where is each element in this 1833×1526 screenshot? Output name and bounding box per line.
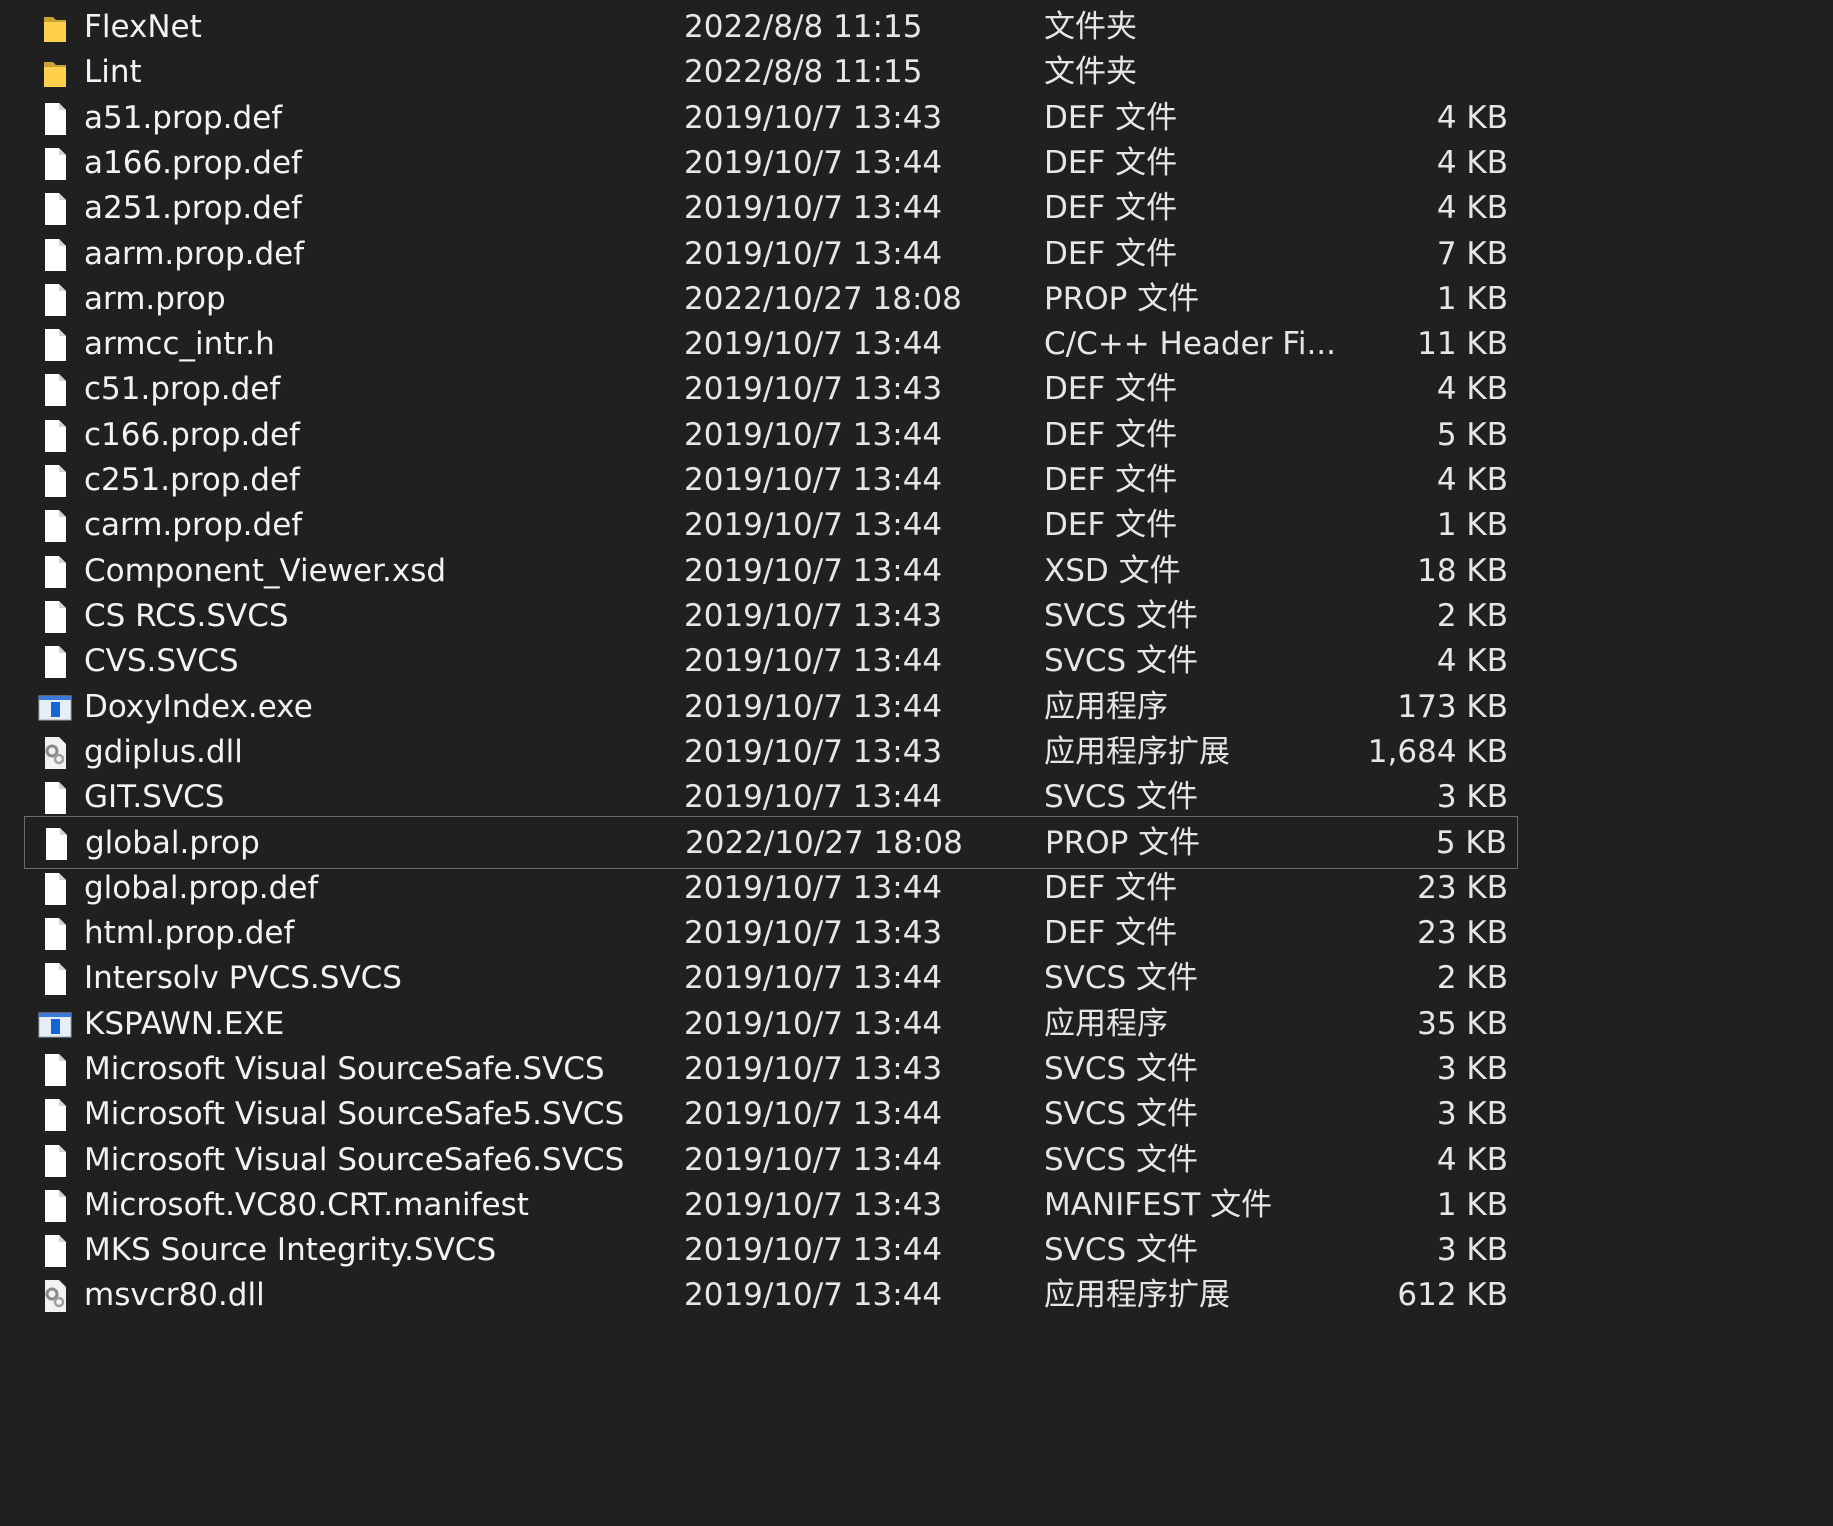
file-icon xyxy=(38,1187,72,1225)
file-type: 应用程序扩展 xyxy=(1044,1277,1230,1314)
file-icon xyxy=(38,598,72,636)
file-icon xyxy=(38,1232,72,1270)
file-icon xyxy=(38,462,72,500)
file-icon xyxy=(38,779,72,817)
file-icon xyxy=(38,915,72,953)
file-icon xyxy=(38,643,72,681)
file-icon xyxy=(38,1096,72,1134)
file-icon xyxy=(38,870,72,908)
file-date-modified: 2019/10/7 13:44 xyxy=(684,1277,943,1314)
file-size: 612 KB xyxy=(1397,1277,1508,1314)
file-name: msvcr80.dll xyxy=(84,1277,265,1314)
file-icon xyxy=(38,960,72,998)
file-icon xyxy=(38,326,72,364)
folder-icon xyxy=(38,54,72,92)
file-icon xyxy=(38,371,72,409)
folder-icon xyxy=(38,9,72,47)
file-row[interactable]: msvcr80.dll 2019/10/7 13:44 应用程序扩展 612 KB xyxy=(24,1269,1518,1322)
file-list: FlexNet 2022/8/8 11:15 文件夹 Lint 2022/8/8 11:… xyxy=(0,0,1833,1526)
exe-icon xyxy=(38,689,72,727)
file-icon xyxy=(38,281,72,319)
exe-icon xyxy=(38,1006,72,1044)
file-icon xyxy=(38,100,72,138)
dll-icon xyxy=(38,734,72,772)
file-icon xyxy=(38,553,72,591)
file-icon xyxy=(38,190,72,228)
file-icon xyxy=(38,1142,72,1180)
file-icon xyxy=(38,145,72,183)
file-icon xyxy=(39,825,73,863)
file-icon xyxy=(38,236,72,274)
dll-icon xyxy=(38,1277,72,1315)
file-icon xyxy=(38,417,72,455)
file-icon xyxy=(38,507,72,545)
file-icon xyxy=(38,1051,72,1089)
